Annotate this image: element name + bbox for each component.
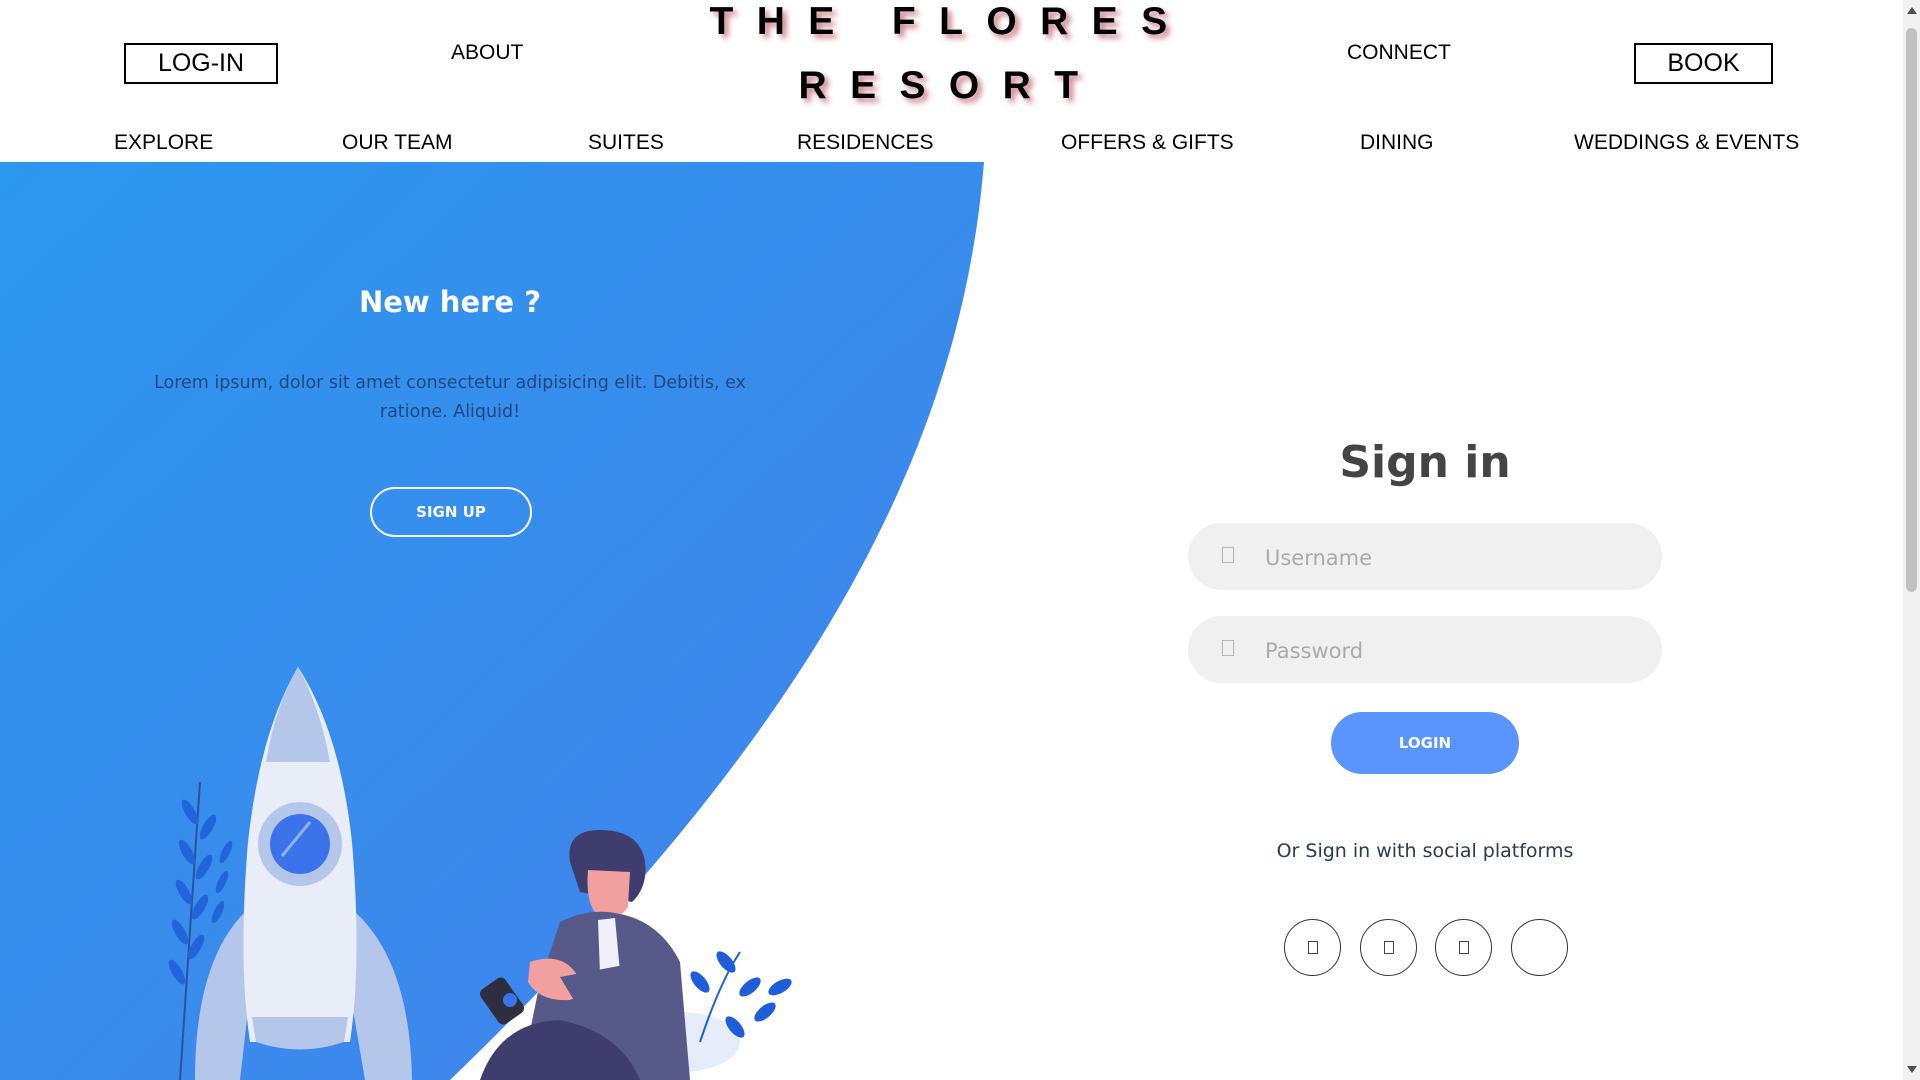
login-header-button[interactable]: LOG-IN <box>124 43 278 84</box>
sign-in-title: Sign in <box>1339 437 1511 488</box>
connect-link[interactable]: CONNECT <box>1347 41 1451 65</box>
password-input[interactable] <box>1263 616 1637 685</box>
about-link[interactable]: ABOUT <box>451 41 523 65</box>
nav-item-suites[interactable]: SUITES <box>588 131 664 155</box>
brand-title-line-1: THE FLORES <box>709 0 1191 43</box>
user-icon <box>1222 547 1234 563</box>
nav-item-explore[interactable]: EXPLORE <box>114 131 213 155</box>
scroll-down-arrow-icon[interactable] <box>1907 1066 1917 1073</box>
linkedin-button[interactable] <box>1511 919 1568 976</box>
new-here-description: Lorem ipsum, dolor sit amet consectetur … <box>154 373 746 422</box>
login-button[interactable]: LOGIN <box>1331 712 1519 774</box>
page: LOG-IN ABOUT THE FLORES RESORT CONNECT B… <box>0 0 1903 1080</box>
password-field[interactable] <box>1188 616 1662 685</box>
twitter-icon <box>1383 941 1394 954</box>
brand-title-line-2: RESORT <box>798 64 1102 107</box>
new-here-heading: New here ? <box>358 285 542 319</box>
sign-up-button[interactable]: SIGN UP <box>370 487 532 537</box>
scroll-up-arrow-icon[interactable] <box>1907 7 1917 14</box>
username-field[interactable] <box>1188 523 1662 592</box>
nav-item-weddings-events[interactable]: WEDDINGS & EVENTS <box>1574 131 1799 155</box>
book-button[interactable]: BOOK <box>1634 43 1773 84</box>
nav-item-offers-gifts[interactable]: OFFERS & GIFTS <box>1061 131 1234 155</box>
social-signin-text: Or Sign in with social platforms <box>1276 840 1574 862</box>
google-icon <box>1458 941 1469 954</box>
scrollbar-thumb[interactable] <box>1906 28 1917 592</box>
twitter-button[interactable] <box>1360 919 1417 976</box>
facebook-button[interactable] <box>1284 919 1341 976</box>
new-here-panel: New here ? Lorem ipsum, dolor sit amet c… <box>150 285 750 537</box>
nav-item-residences[interactable]: RESIDENCES <box>797 131 934 155</box>
nav-item-our-team[interactable]: OUR TEAM <box>342 131 452 155</box>
google-button[interactable] <box>1435 919 1492 976</box>
nav-item-dining[interactable]: DINING <box>1360 131 1434 155</box>
vertical-scrollbar[interactable] <box>1903 0 1920 1080</box>
facebook-icon <box>1307 941 1318 954</box>
username-input[interactable] <box>1263 523 1637 592</box>
main-nav: EXPLORE OUR TEAM SUITES RESIDENCES OFFER… <box>0 131 1903 163</box>
lock-icon <box>1222 640 1234 656</box>
